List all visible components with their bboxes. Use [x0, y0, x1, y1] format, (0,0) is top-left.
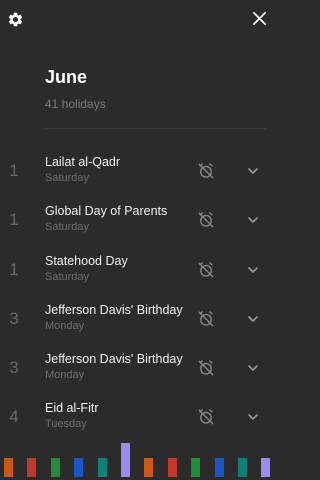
- chevron-down-icon[interactable]: [246, 314, 260, 324]
- holiday-day: 1: [9, 161, 19, 180]
- month-selector-bars: [0, 440, 276, 480]
- holiday-weekday: Monday: [45, 319, 85, 332]
- holiday-count: 41 holidays: [45, 97, 106, 111]
- holiday-name: Jefferson Davis' Birthday: [45, 352, 183, 367]
- holiday-name: Jefferson Davis' Birthday: [45, 302, 183, 317]
- holiday-day: 4: [9, 407, 19, 427]
- month-title: June: [45, 67, 88, 87]
- holiday-name: Lailat al-Qadr: [45, 155, 121, 169]
- chevron-down-icon[interactable]: [246, 363, 260, 373]
- holiday-day: 3: [9, 308, 19, 328]
- holiday-row[interactable]: 1 Lailat al-Qadr Saturday: [0, 146, 276, 195]
- month-bar[interactable]: [191, 458, 201, 477]
- holiday-day: 1: [9, 210, 19, 230]
- month-bar[interactable]: [167, 458, 177, 477]
- alarm-off-icon[interactable]: [197, 359, 215, 377]
- holiday-name: Statehood Day: [45, 253, 128, 268]
- alarm-off-icon[interactable]: [197, 162, 215, 180]
- holiday-row[interactable]: 3 Jefferson Davis' Birthday Monday: [0, 294, 276, 343]
- chevron-down-icon[interactable]: [246, 412, 260, 422]
- alarm-off-icon[interactable]: [197, 211, 215, 229]
- month-bar[interactable]: [214, 458, 224, 477]
- top-bar: [0, 0, 276, 40]
- alarm-off-icon[interactable]: [197, 310, 215, 328]
- holiday-weekday: Tuesday: [45, 418, 87, 431]
- month-bar[interactable]: [121, 443, 130, 477]
- month-bar[interactable]: [144, 458, 154, 477]
- holiday-list: 1 Lailat al-Qadr Saturday 1 Global Day o…: [0, 146, 276, 442]
- month-bar[interactable]: [27, 458, 37, 477]
- divider: [45, 128, 266, 129]
- alarm-off-icon[interactable]: [197, 408, 215, 426]
- holiday-weekday: Saturday: [45, 221, 90, 234]
- holiday-weekday: Saturday: [45, 270, 90, 283]
- month-bar[interactable]: [74, 458, 84, 477]
- holiday-weekday: Saturday: [45, 172, 90, 184]
- month-bar[interactable]: [97, 458, 107, 477]
- holiday-name: Global Day of Parents: [45, 204, 168, 219]
- holiday-row[interactable]: 1 Global Day of Parents Saturday: [0, 195, 276, 244]
- holiday-row[interactable]: 3 Jefferson Davis' Birthday Monday: [0, 343, 276, 392]
- holiday-row[interactable]: 4 Eid al-Fitr Tuesday: [0, 392, 276, 441]
- holiday-day: 1: [9, 259, 19, 279]
- gear-icon[interactable]: [7, 11, 24, 28]
- close-icon[interactable]: [252, 11, 267, 26]
- month-bar[interactable]: [50, 458, 60, 477]
- chevron-down-icon[interactable]: [246, 166, 260, 176]
- chevron-down-icon[interactable]: [246, 265, 260, 275]
- chevron-down-icon[interactable]: [246, 215, 260, 225]
- holiday-name: Eid al-Fitr: [45, 401, 99, 416]
- holiday-day: 3: [9, 358, 19, 378]
- holiday-row[interactable]: 1 Statehood Day Saturday: [0, 245, 276, 294]
- alarm-off-icon[interactable]: [197, 261, 215, 279]
- month-bar[interactable]: [4, 458, 13, 477]
- month-bar[interactable]: [238, 458, 247, 477]
- month-bar[interactable]: [261, 458, 271, 477]
- holiday-weekday: Monday: [45, 369, 85, 382]
